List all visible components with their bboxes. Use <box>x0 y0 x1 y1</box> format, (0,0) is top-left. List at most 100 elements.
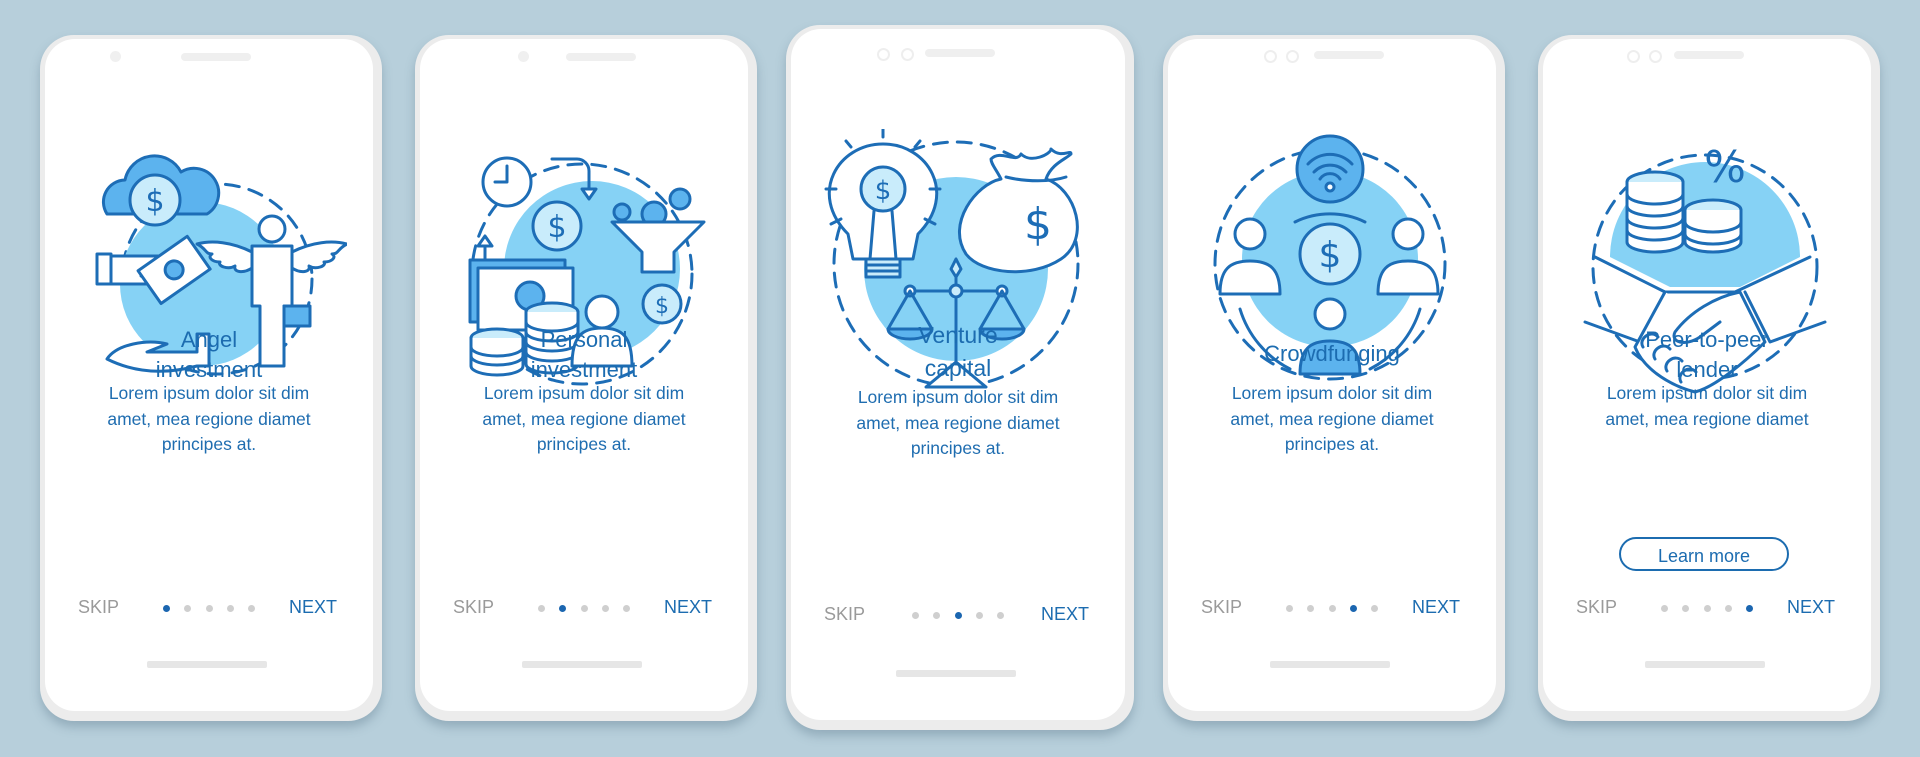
home-indicator <box>147 661 267 668</box>
skip-button[interactable]: SKIP <box>824 604 865 625</box>
sensor-ring <box>1649 50 1662 63</box>
next-button[interactable]: NEXT <box>1041 604 1089 625</box>
right-wing-icon <box>290 240 347 274</box>
page-dot-3[interactable] <box>205 605 213 612</box>
skip-button[interactable]: SKIP <box>78 597 119 618</box>
next-button[interactable]: NEXT <box>664 597 712 618</box>
dollar-icon: $ <box>547 210 566 245</box>
hand-cuff-icon <box>95 252 113 286</box>
speaker-bar <box>1314 51 1384 59</box>
onboarding-screen-venture-capital: $ $ Venture capital Lorem ipsum dolor si… <box>786 25 1134 730</box>
camera-dot <box>518 51 529 62</box>
screen-title: Personal investment <box>420 325 748 385</box>
title-line: capital <box>924 355 992 381</box>
description-line: amet, mea regione diamet <box>856 412 1060 433</box>
page-dot-2[interactable] <box>184 605 192 612</box>
screen-description: Lorem ipsum dolor sit dim amet, mea regi… <box>420 381 748 458</box>
page-dot-5[interactable] <box>1746 605 1753 612</box>
sensor-ring <box>1286 50 1299 63</box>
briefcase-icon <box>282 304 312 328</box>
page-dot-3[interactable] <box>580 605 588 612</box>
description-line: amet, mea regione diamet <box>482 408 686 429</box>
skip-button[interactable]: SKIP <box>1576 597 1617 618</box>
page-dot-5[interactable] <box>623 605 630 612</box>
description-line: Lorem ipsum dolor sit dim <box>483 383 685 403</box>
description-line: Lorem ipsum dolor sit dim <box>1231 383 1433 403</box>
page-dot-2[interactable] <box>933 612 941 619</box>
page-dot-5[interactable] <box>1371 605 1378 612</box>
speaker-bar <box>181 53 251 61</box>
page-dot-5[interactable] <box>997 612 1004 619</box>
camera-ring <box>1627 50 1640 63</box>
description-line: principes at. <box>1284 434 1380 454</box>
onboarding-nav: SKIP NEXT <box>45 597 373 621</box>
onboarding-nav: SKIP NEXT <box>420 597 748 621</box>
person-head-icon <box>257 214 287 244</box>
camera-dot <box>110 51 121 62</box>
percent-icon: % <box>1704 142 1746 193</box>
phone-screen: $ $ Personal investment Lorem ipsum dolo… <box>420 39 748 711</box>
page-indicator <box>163 605 255 613</box>
page-dot-4[interactable] <box>975 612 983 619</box>
page-dot-3[interactable] <box>1328 605 1336 612</box>
phone-screen: $ Angel investment Lorem ipsum dolor sit… <box>45 39 373 711</box>
onboarding-screen-peer-to-peer-lender: % Peer-to-peer lender Lorem ipsum dolor … <box>1538 35 1880 721</box>
page-dot-5[interactable] <box>248 605 255 612</box>
page-dot-1[interactable] <box>538 605 545 612</box>
dollar-icon: $ <box>875 176 892 206</box>
dollar-icon: $ <box>655 294 669 319</box>
title-line: Crowdfunging <box>1264 341 1400 366</box>
onboarding-nav: SKIP NEXT <box>791 604 1125 628</box>
page-indicator <box>1661 605 1753 613</box>
home-indicator <box>896 670 1016 677</box>
page-dot-1[interactable] <box>912 612 919 619</box>
description-line: amet, mea regione diamet <box>1230 408 1434 429</box>
dollar-icon: $ <box>145 184 164 219</box>
next-button[interactable]: NEXT <box>289 597 337 618</box>
page-dot-2[interactable] <box>1682 605 1690 612</box>
learn-more-button[interactable]: Learn more <box>1619 537 1789 571</box>
page-dot-1[interactable] <box>163 605 170 612</box>
phone-screen: % Peer-to-peer lender Lorem ipsum dolor … <box>1543 39 1871 711</box>
speaker-bar <box>566 53 636 61</box>
next-button[interactable]: NEXT <box>1412 597 1460 618</box>
person-left-icon <box>1233 217 1267 251</box>
page-dot-3[interactable] <box>954 612 962 619</box>
person-bottom-icon <box>1313 297 1347 331</box>
dollar-icon: $ <box>1024 199 1052 250</box>
description-line: principes at. <box>910 438 1006 458</box>
page-dot-4[interactable] <box>1349 605 1357 612</box>
description-line: Lorem ipsum dolor sit dim <box>108 383 310 403</box>
title-line: Peer-to-peer <box>1645 327 1769 352</box>
page-dot-4[interactable] <box>1724 605 1732 612</box>
title-line: Angel <box>180 327 238 352</box>
screen-title: Angel investment <box>45 325 373 385</box>
skip-button[interactable]: SKIP <box>1201 597 1242 618</box>
title-line: Personal <box>540 327 628 352</box>
page-dot-1[interactable] <box>1661 605 1668 612</box>
next-button[interactable]: NEXT <box>1787 597 1835 618</box>
description-line: principes at. <box>536 434 632 454</box>
home-indicator <box>1645 661 1765 668</box>
screen-description: Lorem ipsum dolor sit dim amet, mea regi… <box>1543 381 1871 432</box>
screen-title: Crowdfunging <box>1168 339 1496 369</box>
money-bag-icon <box>958 147 1079 274</box>
phone-screen: $ $ Venture capital Lorem ipsum dolor si… <box>791 29 1125 720</box>
page-dot-3[interactable] <box>1703 605 1711 612</box>
screen-description: Lorem ipsum dolor sit dim amet, mea regi… <box>791 385 1125 462</box>
page-dot-2[interactable] <box>1307 605 1315 612</box>
page-dot-4[interactable] <box>601 605 609 612</box>
description-line: Lorem ipsum dolor sit dim <box>857 387 1059 407</box>
screen-description: Lorem ipsum dolor sit dim amet, mea regi… <box>1168 381 1496 458</box>
page-dot-2[interactable] <box>559 605 567 612</box>
screen-description: Lorem ipsum dolor sit dim amet, mea regi… <box>45 381 373 458</box>
skip-button[interactable]: SKIP <box>453 597 494 618</box>
screen-title: Venture capital <box>791 319 1125 385</box>
page-indicator <box>538 605 630 613</box>
speaker-bar <box>1674 51 1744 59</box>
sensor-ring <box>901 48 914 61</box>
onboarding-nav: SKIP NEXT <box>1168 597 1496 621</box>
page-dot-1[interactable] <box>1286 605 1293 612</box>
page-dot-4[interactable] <box>226 605 234 612</box>
person-icon <box>584 294 620 330</box>
